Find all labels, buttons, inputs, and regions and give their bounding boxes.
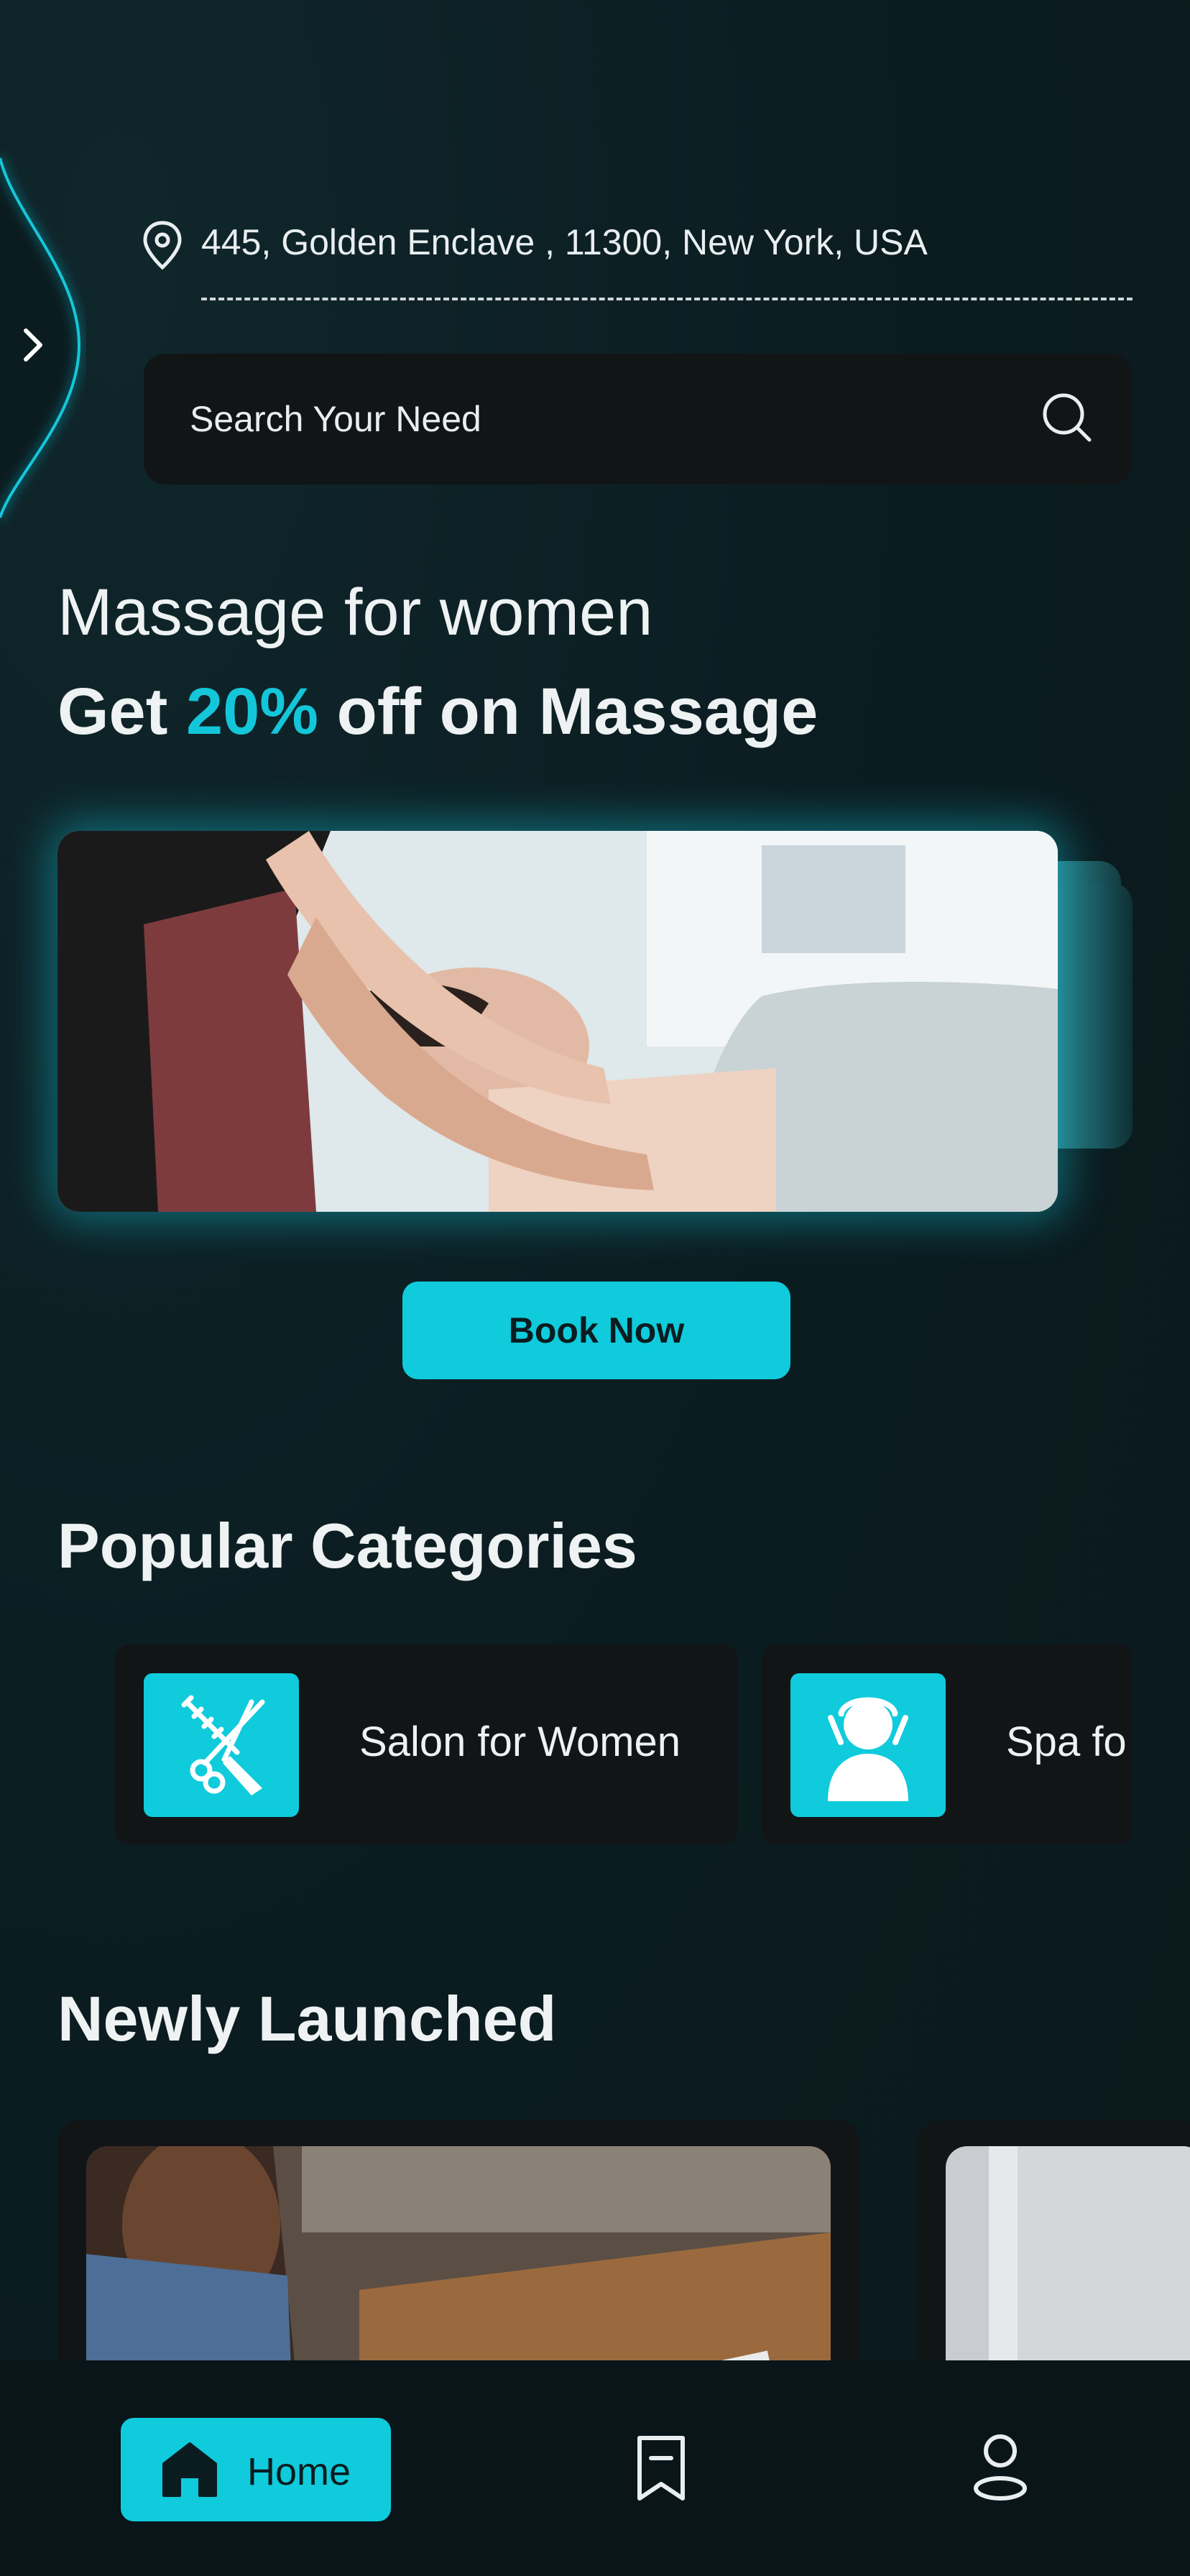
book-now-button[interactable]: Book Now [402,1282,790,1379]
category-icon-box [144,1673,299,1817]
scissors-comb-icon [181,1695,265,1795]
category-icon-box [790,1673,946,1817]
promo-title: Get 20% off on Massage [57,674,818,750]
category-label: Salon for Women [359,1719,681,1765]
promo-title-suffix: off on Massage [318,675,818,748]
nav-home-tab[interactable]: Home [121,2418,391,2521]
category-card-salon[interactable]: Salon for Women [115,1644,737,1844]
side-drawer-toggle[interactable] [0,129,86,561]
promo-discount: 20% [185,675,319,748]
spa-face-icon [828,1697,908,1801]
nav-home-label: Home [247,2450,351,2493]
newly-launched-title: Newly Launched [57,1983,557,2054]
app-screen: 445, Golden Enclave , 11300, New York, U… [0,0,1190,2576]
location-address: 445, Golden Enclave , 11300, New York, U… [201,222,928,262]
promo-title-prefix: Get [57,675,186,748]
home-icon [162,2442,217,2497]
search-placeholder: Search Your Need [190,399,481,439]
search-icon[interactable] [1039,390,1094,444]
category-card-spa[interactable]: Spa fo [762,1644,1133,1844]
search-input[interactable]: Search Your Need [144,354,1133,484]
address-divider [201,298,1133,300]
categories-title: Popular Categories [57,1510,637,1581]
chevron-right-icon [24,328,42,362]
promo-banner-image[interactable] [57,831,1058,1212]
location-bar[interactable]: 445, Golden Enclave , 11300, New York, U… [141,216,1133,302]
bottom-navigation: Home [0,2360,1190,2576]
bookmark-icon[interactable] [632,2434,690,2503]
user-icon[interactable] [970,2431,1030,2503]
location-pin-icon [143,221,182,270]
banner-stack-card [1092,883,1133,1149]
category-label: Spa fo [1006,1719,1127,1765]
promo-subtitle: Massage for women [57,576,653,649]
